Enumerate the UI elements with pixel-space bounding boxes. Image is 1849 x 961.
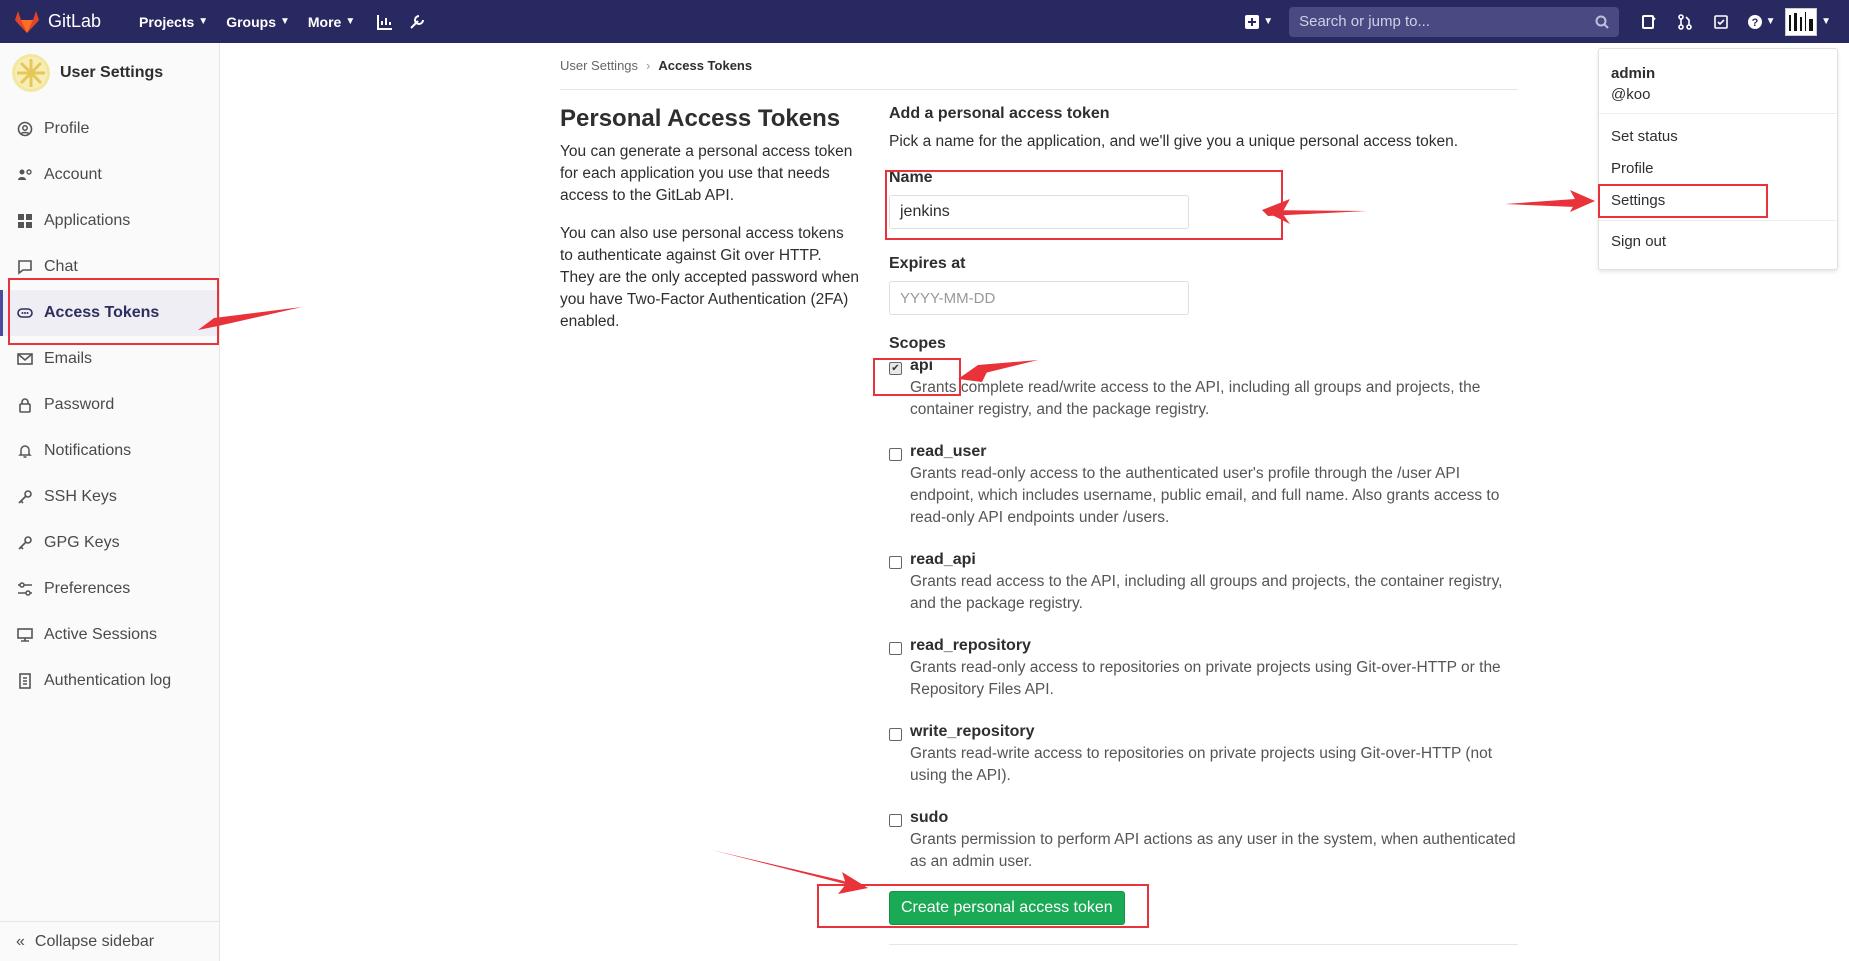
arrow-to-create-button <box>712 850 868 894</box>
arrow-to-api-scope <box>958 360 1038 382</box>
arrow-to-access-tokens <box>198 307 302 330</box>
arrow-to-settings <box>1505 190 1595 212</box>
annotation-arrows <box>198 190 1595 894</box>
arrow-to-name-field <box>1262 199 1367 224</box>
